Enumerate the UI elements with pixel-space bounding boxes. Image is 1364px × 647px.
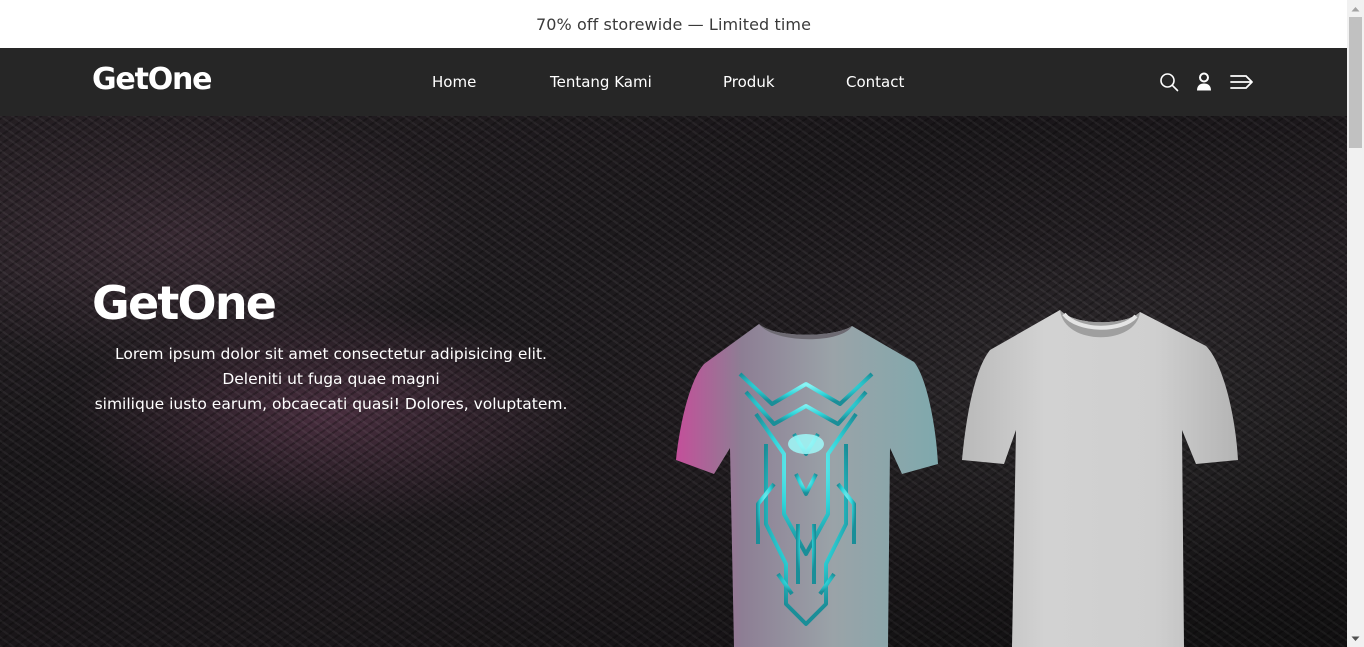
promo-text: 70% off storewide — Limited time [535,14,812,34]
promo-banner: 70% off storewide — Limited time [0,0,1347,48]
page-scrollbar[interactable] [1347,0,1364,647]
hero-line: similique iusto earum, obcaecati quasi! … [94,395,568,413]
scroll-up-arrow-icon[interactable] [1347,0,1364,17]
hero-title: GetOne [92,276,277,330]
hero-section: GetOne Lorem ipsum dolor sit amet consec… [0,116,1347,647]
hero-line: Deleniti ut fuga quae magni [222,370,440,388]
nav-link-home[interactable]: Home [432,73,476,91]
nav-link-produk[interactable]: Produk [723,73,775,91]
tshirt-cyber-image [676,324,938,647]
site-logo[interactable]: GetOne [92,62,213,97]
search-icon[interactable] [1157,70,1181,94]
tshirt-white-image [962,310,1238,647]
hero-description: Lorem ipsum dolor sit amet consectetur a… [92,342,570,417]
user-icon[interactable] [1192,70,1216,94]
nav-link-tentang-kami[interactable]: Tentang Kami [550,73,652,91]
scroll-down-arrow-icon[interactable] [1347,630,1364,647]
site-header: GetOne Home Tentang Kami Produk Contact [0,48,1347,116]
scrollbar-thumb[interactable] [1349,17,1362,148]
hero-line: Lorem ipsum dolor sit amet consectetur a… [115,345,547,363]
nav-link-contact[interactable]: Contact [846,73,904,91]
menu-icon[interactable] [1229,70,1255,94]
